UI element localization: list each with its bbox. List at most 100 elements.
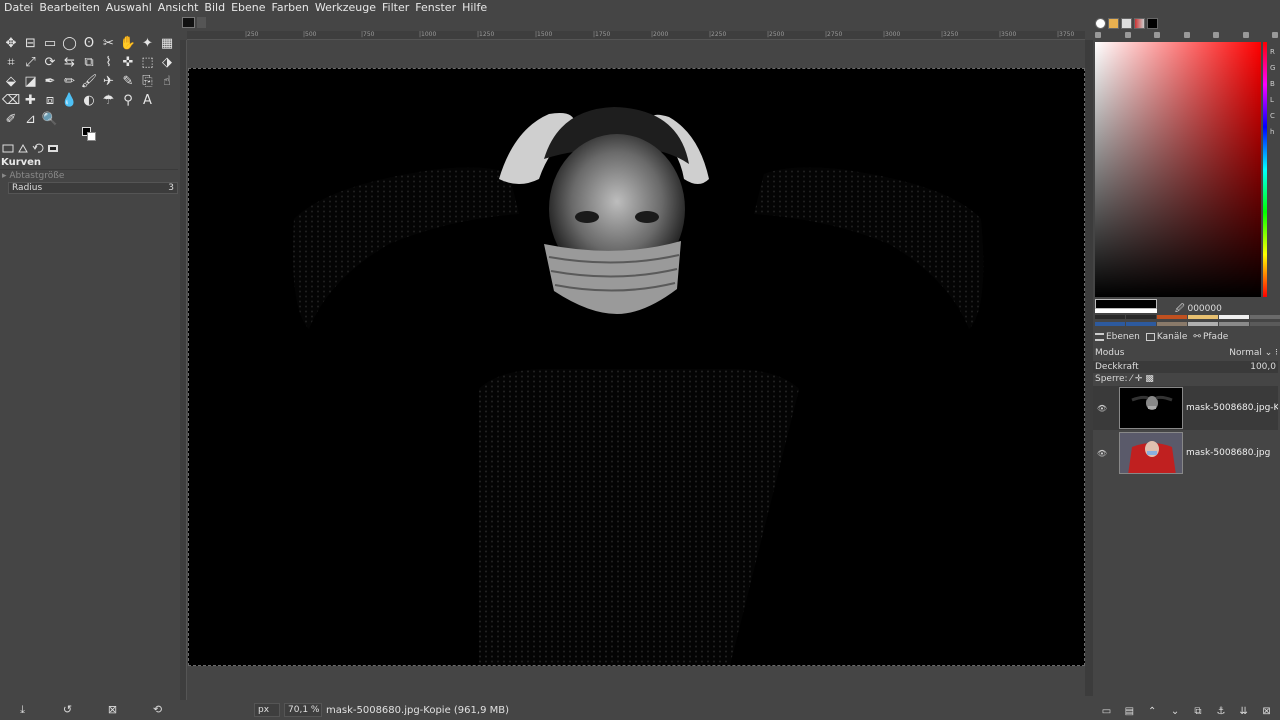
fg-bg-colors[interactable]	[82, 127, 96, 141]
tab-channels[interactable]: Kanäle	[1145, 332, 1187, 342]
free-select-icon[interactable]: ʘ	[80, 34, 98, 52]
path-tool-icon[interactable]: ⚲	[119, 91, 137, 109]
tab-paths[interactable]: ⚯ Pfade	[1193, 332, 1228, 342]
layer-name[interactable]: mask-5008680.jpg	[1186, 448, 1278, 458]
crop-tool-icon[interactable]: ⌗	[2, 53, 20, 71]
channel-r[interactable]: R	[1270, 44, 1275, 60]
menu-farben[interactable]: Farben	[270, 0, 311, 16]
flip-tool-icon[interactable]: ⇆	[61, 53, 79, 71]
smudge-tool-icon[interactable]: ☝	[158, 72, 176, 90]
ellipse-select-icon[interactable]: ◯	[61, 34, 79, 52]
anchor-layer-icon[interactable]: ⚓	[1215, 706, 1226, 717]
history-swatch[interactable]	[1188, 315, 1218, 319]
dock-tab-6[interactable]	[1242, 32, 1249, 38]
tool-options-tab-icon[interactable]	[2, 143, 14, 154]
menu-bild[interactable]: Bild	[202, 0, 227, 16]
tab-layers[interactable]: Ebenen	[1095, 332, 1140, 342]
menu-auswahl[interactable]: Auswahl	[104, 0, 154, 16]
lower-layer-icon[interactable]: ⌄	[1170, 706, 1181, 717]
menu-ebene[interactable]: Ebene	[229, 0, 267, 16]
pencil-tool-icon[interactable]: ✏	[61, 72, 79, 90]
history-swatch[interactable]	[1250, 315, 1280, 319]
unified-transform-icon[interactable]: ⤢	[22, 53, 40, 71]
font-icon[interactable]	[1121, 18, 1132, 29]
lock-position-icon[interactable]: ✛	[1135, 374, 1143, 384]
zoom-tool-icon[interactable]: 🔍	[41, 110, 59, 128]
heal-tool-icon[interactable]: ✚	[22, 91, 40, 109]
mypaint-brush-icon[interactable]: ✒	[41, 72, 59, 90]
opacity-value[interactable]: 100,0	[1250, 362, 1276, 372]
handle-transform-icon[interactable]: ✜	[119, 53, 137, 71]
color-selector-field[interactable]	[1095, 42, 1261, 297]
move-tool-icon[interactable]: ✥	[2, 34, 20, 52]
channel-c[interactable]: C	[1270, 108, 1275, 124]
measure-tool-icon[interactable]: ⊿	[22, 110, 40, 128]
menu-hilfe[interactable]: Hilfe	[460, 0, 489, 16]
airbrush-tool-icon[interactable]: ✈	[100, 72, 118, 90]
dock-tab-2[interactable]	[1124, 32, 1131, 38]
scissors-select-icon[interactable]: ✂	[100, 34, 118, 52]
mode-select[interactable]: Normal ⌄ ⁝	[1229, 348, 1278, 358]
sample-size-expander[interactable]: ▸ Abtastgröße	[2, 171, 64, 181]
layer-row[interactable]: 👁 mask-5008680.jpg-Kopie	[1093, 386, 1278, 430]
dock-tab-3[interactable]	[1154, 32, 1160, 38]
menu-bearbeiten[interactable]: Bearbeiten	[37, 0, 101, 16]
lock-pixels-icon[interactable]: ⁄	[1130, 374, 1132, 384]
perspective-clone-icon[interactable]: ⧈	[41, 91, 59, 109]
brush-icon[interactable]	[1095, 18, 1106, 29]
menu-werkzeuge[interactable]: Werkzeuge	[313, 0, 378, 16]
menu-ansicht[interactable]: Ansicht	[156, 0, 201, 16]
image-tab-close[interactable]	[197, 17, 206, 28]
delete-options-icon[interactable]: ⊠	[107, 704, 119, 716]
channel-g[interactable]: G	[1270, 60, 1275, 76]
reset-options-icon[interactable]: ⟲	[152, 704, 164, 716]
history-swatch[interactable]	[1250, 322, 1280, 326]
color-picker-icon[interactable]: ✐	[2, 110, 20, 128]
perspective-tool-icon[interactable]: ⬚	[139, 53, 157, 71]
gradient-tool-icon[interactable]: ◪	[22, 72, 40, 90]
undo-history-tab-icon[interactable]	[32, 143, 44, 154]
palette-icon[interactable]	[1147, 18, 1158, 29]
radius-value[interactable]: 3	[168, 183, 174, 193]
merge-layer-icon[interactable]: ⇊	[1238, 706, 1249, 717]
background-color[interactable]	[87, 132, 96, 141]
delete-layer-icon[interactable]: ⊠	[1261, 706, 1272, 717]
smudge-drop-icon[interactable]: ☂	[100, 91, 118, 109]
save-options-icon[interactable]: ⤓	[17, 704, 29, 716]
history-swatch[interactable]	[1126, 315, 1156, 319]
ruler-vertical[interactable]	[180, 40, 187, 700]
fuzzy-select-icon[interactable]: ✦	[139, 34, 157, 52]
pattern-icon[interactable]	[1108, 18, 1119, 29]
radius-field[interactable]: Radius 3	[8, 182, 178, 194]
eraser-tool-icon[interactable]: ⌫	[2, 91, 20, 109]
device-status-tab-icon[interactable]	[17, 143, 29, 154]
blur-tool-icon[interactable]: 💧	[61, 91, 79, 109]
dock-tab-7[interactable]	[1272, 32, 1278, 38]
zoom-select[interactable]: 70,1 %	[284, 703, 322, 717]
layer-name[interactable]: mask-5008680.jpg-Kopie	[1186, 403, 1278, 413]
by-color-select-icon[interactable]: ▦	[158, 34, 176, 52]
restore-options-icon[interactable]: ↺	[62, 704, 74, 716]
hue-slider[interactable]	[1263, 42, 1267, 297]
3d-transform-icon[interactable]: ⬗	[158, 53, 176, 71]
ruler-horizontal[interactable]: |250 |500 |750 |1000 |1250 |1500 |1750 |2000 |22…	[187, 31, 1085, 40]
rect-select-icon[interactable]: ▭	[41, 34, 59, 52]
menu-fenster[interactable]: Fenster	[413, 0, 458, 16]
clone-tool-icon[interactable]: ⎘	[139, 72, 157, 90]
history-swatch[interactable]	[1157, 315, 1187, 319]
history-swatch[interactable]	[1157, 322, 1187, 326]
images-tab-icon[interactable]	[47, 143, 59, 154]
channel-h[interactable]: h	[1270, 124, 1275, 140]
unit-select[interactable]: px	[254, 703, 280, 717]
eye-icon[interactable]: 👁	[1095, 449, 1109, 458]
foreground-select-icon[interactable]: ✋	[119, 34, 137, 52]
gradient-icon[interactable]	[1134, 18, 1145, 29]
history-swatch[interactable]	[1219, 315, 1249, 319]
new-layer-icon[interactable]: ▭	[1101, 706, 1112, 717]
warp-transform-icon[interactable]: ⌇	[100, 53, 118, 71]
channel-l[interactable]: L	[1270, 92, 1275, 108]
image-tab-thumbnail[interactable]	[182, 17, 195, 28]
history-swatch[interactable]	[1126, 322, 1156, 326]
align-tool-icon[interactable]: ⊟	[22, 34, 40, 52]
cage-transform-icon[interactable]: ⧉	[80, 53, 98, 71]
